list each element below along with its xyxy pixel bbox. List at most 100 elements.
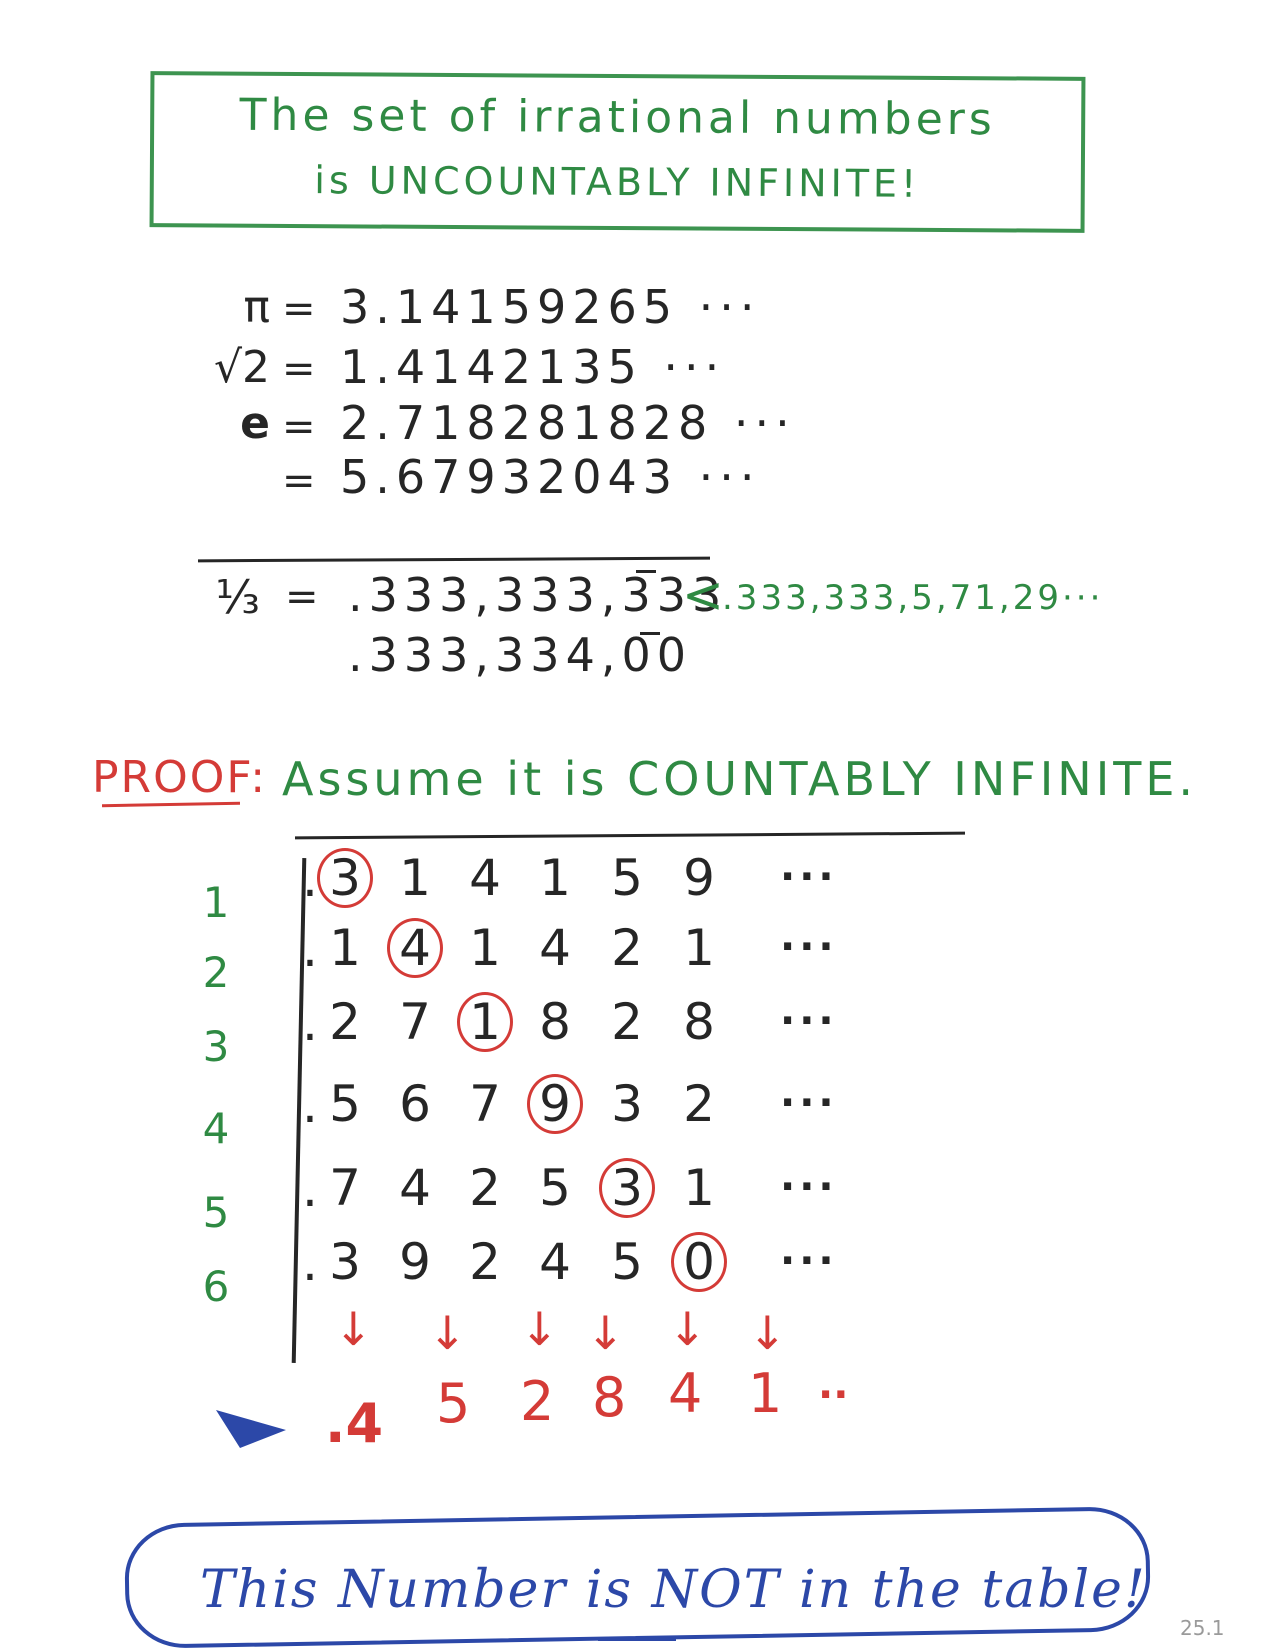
row-ellipsis: ··· xyxy=(780,854,838,900)
table-cell: 6 xyxy=(399,1075,431,1133)
table-cell: 5 xyxy=(611,1233,643,1291)
equation-sign: = xyxy=(282,286,316,332)
result-ellipsis: ·· xyxy=(818,1372,849,1418)
equation-label: e xyxy=(240,398,270,449)
table-cell: 8 xyxy=(539,993,571,1051)
callout-arrow-icon xyxy=(212,1402,292,1456)
table-cell-circled: 1 xyxy=(457,992,513,1052)
result-digit: 8 xyxy=(592,1366,627,1429)
result-digit: 5 xyxy=(436,1372,471,1435)
table-cell: 2 xyxy=(469,1233,501,1291)
row-ellipsis: ··· xyxy=(780,1238,838,1284)
row-number: 5 xyxy=(202,1188,230,1237)
table-cell: 1 xyxy=(399,849,431,907)
row-number: 6 xyxy=(202,1262,230,1311)
table-cell: 8 xyxy=(683,993,715,1051)
comparison-value: .333,333,5,71,29··· xyxy=(722,578,1104,618)
result-digit: 4 xyxy=(668,1362,703,1425)
down-arrow-icon: ↓ xyxy=(748,1306,787,1360)
table-cell-circled: 9 xyxy=(527,1074,583,1134)
table-cell: 2 xyxy=(683,1075,715,1133)
table-cell: 7 xyxy=(399,993,431,1051)
decimal-point: . xyxy=(302,850,318,908)
down-arrow-icon: ↓ xyxy=(586,1306,625,1360)
table-cell: 2 xyxy=(611,919,643,977)
equation-label: π xyxy=(243,282,271,333)
row-ellipsis: ··· xyxy=(780,1164,838,1210)
result-digit: .4 xyxy=(325,1392,384,1455)
table-cell: 5 xyxy=(329,1075,361,1133)
table-cell: 2 xyxy=(469,1159,501,1217)
row-ellipsis: ··· xyxy=(780,998,838,1044)
callout-suffix: in the table! xyxy=(780,1560,1147,1620)
table-top-rule xyxy=(294,831,966,840)
repeat-overline xyxy=(640,632,660,635)
row-ellipsis: ··· xyxy=(780,924,838,970)
table-cell: 2 xyxy=(611,993,643,1051)
table-cell: 1 xyxy=(539,849,571,907)
decimal-point: . xyxy=(302,1234,318,1292)
decimal-point: . xyxy=(302,920,318,978)
equation-sign: = xyxy=(282,346,316,392)
one-third-value-1: .333,333,333 xyxy=(348,568,728,622)
equation-value: 5.67932043 ··· xyxy=(340,450,761,504)
page-number: 25.1 xyxy=(1180,1616,1225,1640)
table-cell: 1 xyxy=(683,1159,715,1217)
one-third-value-2: .333,334,00 xyxy=(348,628,692,682)
equation-value: 2.718281828 ··· xyxy=(340,396,796,450)
row-number: 3 xyxy=(202,1022,230,1071)
table-cell: 4 xyxy=(539,1233,571,1291)
table-cell: 2 xyxy=(329,993,361,1051)
down-arrow-icon: ↓ xyxy=(428,1306,467,1360)
table-cell-circled: 3 xyxy=(599,1158,655,1218)
decimal-point: . xyxy=(302,994,318,1052)
table-cell-circled: 4 xyxy=(387,918,443,978)
table-cell: 9 xyxy=(683,849,715,907)
equation-label: √2 xyxy=(213,342,270,393)
callout-prefix: This Number is xyxy=(200,1560,652,1620)
table-cell: 3 xyxy=(329,1233,361,1291)
table-cell-circled: 3 xyxy=(317,848,373,908)
not-underline xyxy=(598,1638,676,1641)
table-cell: 4 xyxy=(399,1159,431,1217)
one-third-label: ⅓ xyxy=(215,570,260,624)
less-than-mark: < xyxy=(682,566,724,624)
table-cell: 5 xyxy=(539,1159,571,1217)
table-cell: 1 xyxy=(329,919,361,977)
repeat-overline xyxy=(636,570,656,573)
callout-emphasis: NOT xyxy=(651,1560,781,1620)
equation-sign: = xyxy=(282,404,316,450)
table-cell: 7 xyxy=(469,1075,501,1133)
title-line-1: The set of irrational numbers xyxy=(239,89,996,146)
down-arrow-icon: ↓ xyxy=(334,1302,373,1356)
row-ellipsis: ··· xyxy=(780,1080,838,1126)
row-number: 2 xyxy=(202,948,230,997)
equation-sign: = xyxy=(282,458,316,504)
table-cell-circled: 0 xyxy=(671,1232,727,1292)
table-cell: 4 xyxy=(539,919,571,977)
row-number: 1 xyxy=(202,878,230,927)
table-cell: 1 xyxy=(469,919,501,977)
down-arrow-icon: ↓ xyxy=(668,1302,707,1356)
down-arrow-icon: ↓ xyxy=(520,1302,559,1356)
one-third-sign: = xyxy=(285,574,319,620)
row-number: 4 xyxy=(202,1104,230,1153)
title-line-2: is UNCOUNTABLY INFINITE! xyxy=(314,158,921,206)
proof-label: PROOF: xyxy=(92,752,268,803)
table-cell: 7 xyxy=(329,1159,361,1217)
table-cell: 5 xyxy=(611,849,643,907)
equation-value: 1.4142135 ··· xyxy=(340,340,726,394)
decimal-point: . xyxy=(302,1076,318,1134)
equation-value: 3.14159265 ··· xyxy=(340,280,761,334)
table-cell: 9 xyxy=(399,1233,431,1291)
proof-statement: Assume it is COUNTABLY INFINITE. xyxy=(282,752,1198,806)
result-digit: 1 xyxy=(748,1362,783,1425)
decimal-point: . xyxy=(302,1160,318,1218)
table-cell: 3 xyxy=(611,1075,643,1133)
equations-divider xyxy=(197,556,711,563)
result-digit: 2 xyxy=(520,1370,555,1433)
table-cell: 1 xyxy=(683,919,715,977)
callout-text: This Number is NOT in the table! xyxy=(200,1560,1147,1620)
table-cell: 4 xyxy=(469,849,501,907)
title-box: The set of irrational numbers is UNCOUNT… xyxy=(149,71,1086,233)
